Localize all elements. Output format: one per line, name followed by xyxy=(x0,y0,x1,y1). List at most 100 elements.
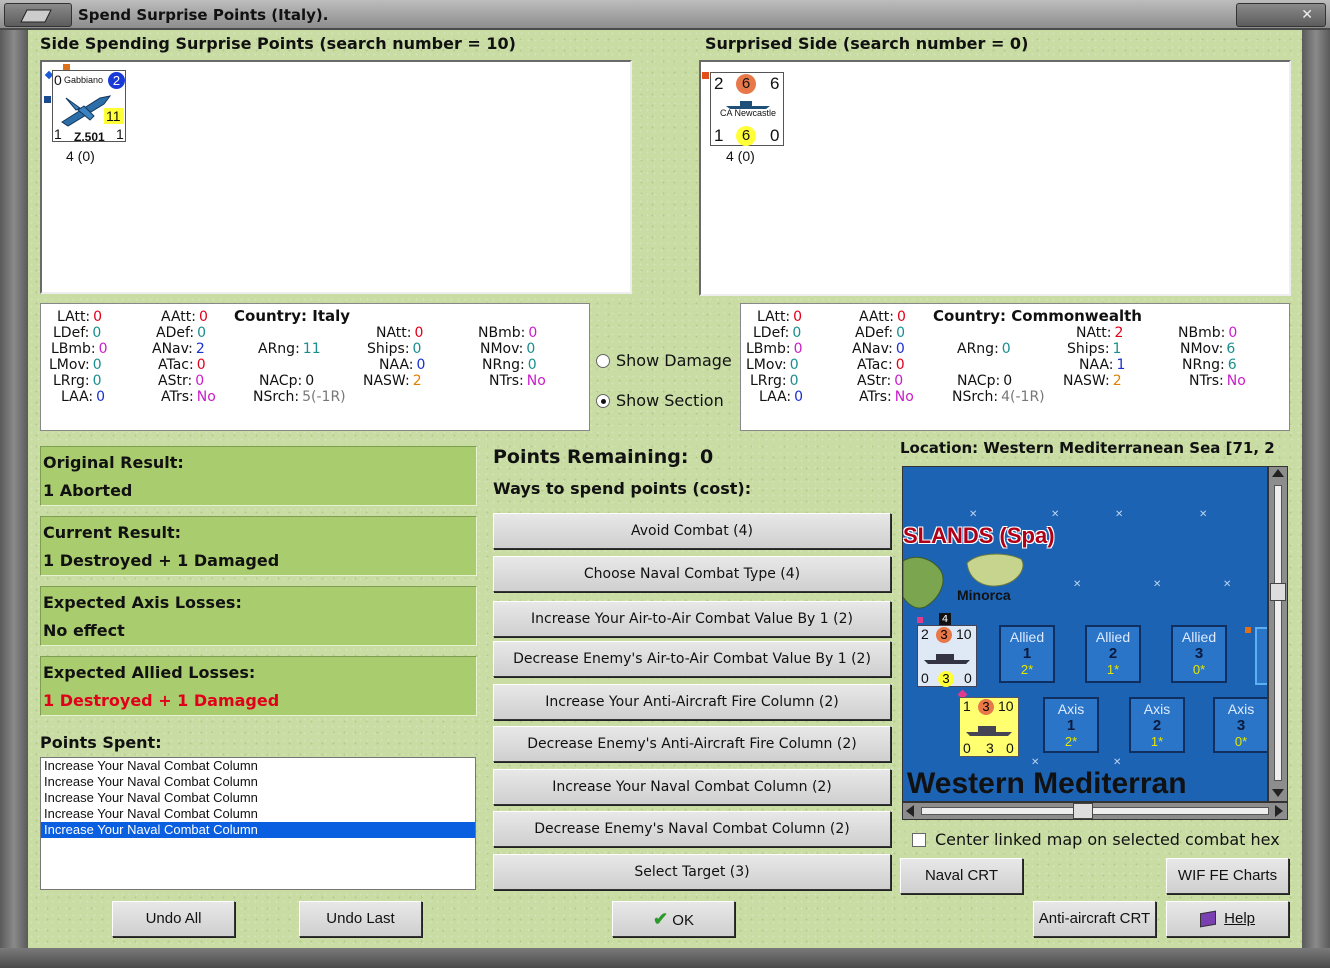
box-num: 3 xyxy=(1236,717,1246,734)
stat-atac: ATac: 0 xyxy=(857,357,905,373)
box-side: Axis xyxy=(1227,701,1255,717)
anti-aircraft-crt-button[interactable]: Anti-aircraft CRT xyxy=(1033,901,1156,937)
scroll-thumb[interactable] xyxy=(1270,583,1286,601)
decrease-enemy-anti-aircraft-button[interactable]: Decrease Enemy's Anti-Aircraft Fire Colu… xyxy=(493,726,891,762)
map-allied-counter[interactable]: 2 3 10 0 3 0 xyxy=(917,625,977,687)
current-result-label: Current Result: xyxy=(43,523,181,542)
list-item[interactable]: Increase Your Naval Combat Column xyxy=(41,806,475,822)
marker-icon xyxy=(44,96,51,103)
stat-natt: NAtt: 0 xyxy=(376,325,424,341)
map-counter-bl: 0 xyxy=(921,670,929,686)
current-result-box: Current Result: 1 Destroyed + 1 Damaged xyxy=(40,516,477,576)
scroll-left-icon[interactable] xyxy=(906,805,914,817)
counter-top-right: 6 xyxy=(770,74,780,93)
counter-unit-id: Z.501 xyxy=(74,130,105,144)
stat-laa: LAA: 0 xyxy=(61,389,106,405)
stat-arng: ARng: 0 xyxy=(957,341,1011,357)
ok-button[interactable]: ✔ OK xyxy=(612,901,735,937)
undo-last-button[interactable]: Undo Last xyxy=(299,901,422,937)
axis-losses-box: Expected Axis Losses: No effect xyxy=(40,586,477,646)
counter-top-left: 2 xyxy=(714,74,724,93)
axis-box-1[interactable]: Axis 1 2* xyxy=(1043,697,1099,753)
stat-astr: AStr: 0 xyxy=(857,373,904,389)
map-counter-br: 0 xyxy=(964,670,972,686)
points-remaining-label: Points Remaining: xyxy=(493,446,689,468)
center-linked-checkbox[interactable] xyxy=(912,833,926,847)
linked-map[interactable]: ✕ ✕ ✕ ✕ ✕ ✕ ✕ ✕ ✕ SLANDS (Spa) Minorca 4… xyxy=(902,466,1268,802)
axis-losses-value: No effect xyxy=(43,621,125,640)
scroll-down-icon[interactable] xyxy=(1272,789,1284,797)
stat-laa: LAA: 0 xyxy=(759,389,804,405)
stat-adef: ADef: 0 xyxy=(855,325,906,341)
decrease-enemy-air-to-air-button[interactable]: Decrease Enemy's Air-to-Air Combat Value… xyxy=(493,641,891,677)
avoid-combat-button[interactable]: Avoid Combat (4) xyxy=(493,513,891,549)
map-horizontal-scrollbar[interactable] xyxy=(902,802,1288,820)
points-spent-list[interactable]: Increase Your Naval Combat Column Increa… xyxy=(40,757,476,890)
minorca-island-icon xyxy=(966,553,1024,587)
stat-latt: LAtt: 0 xyxy=(757,309,803,325)
list-item[interactable]: Increase Your Naval Combat Column xyxy=(41,758,475,774)
increase-anti-aircraft-button[interactable]: Increase Your Anti-Aircraft Fire Column … xyxy=(493,684,891,720)
left-unit-counter[interactable]: 0 Gabbiano 2 11 1 Z.501 1 4 (0) xyxy=(42,64,132,168)
list-item-selected[interactable]: Increase Your Naval Combat Column xyxy=(41,822,475,838)
list-item[interactable]: Increase Your Naval Combat Column xyxy=(41,774,475,790)
naval-crt-button[interactable]: Naval CRT xyxy=(900,858,1023,894)
box-sub: 0* xyxy=(1234,734,1248,749)
axis-losses-label: Expected Axis Losses: xyxy=(43,593,242,612)
stat-ntrs: NTrs: No xyxy=(489,373,546,389)
map-star: ✕ xyxy=(1073,579,1082,590)
show-section-radio[interactable] xyxy=(596,394,610,408)
allied-box-1[interactable]: Allied 1 2* xyxy=(999,625,1055,683)
window-frame-left xyxy=(0,30,28,950)
map-counter-tm: 3 xyxy=(936,627,952,643)
show-section-label[interactable]: Show Section xyxy=(616,391,724,410)
increase-naval-combat-button[interactable]: Increase Your Naval Combat Column (2) xyxy=(493,769,891,805)
decrease-enemy-naval-combat-button[interactable]: Decrease Enemy's Naval Combat Column (2) xyxy=(493,811,891,847)
box-sub: 2* xyxy=(1064,734,1078,749)
list-item[interactable]: Increase Your Naval Combat Column xyxy=(41,790,475,806)
allied-box-2[interactable]: Allied 2 1* xyxy=(1085,625,1141,683)
help-book-icon xyxy=(1199,910,1216,928)
original-result-label: Original Result: xyxy=(43,453,184,472)
sea-label: Western Mediterran xyxy=(907,767,1187,800)
current-result-value: 1 Destroyed + 1 Damaged xyxy=(43,551,280,570)
axis-box-3[interactable]: Axis 3 0* xyxy=(1213,697,1267,753)
increase-air-to-air-button[interactable]: Increase Your Air-to-Air Combat Value By… xyxy=(493,601,891,637)
counter-caption: 4 (0) xyxy=(726,148,755,164)
undo-all-button[interactable]: Undo All xyxy=(112,901,235,937)
show-damage-radio[interactable] xyxy=(596,354,610,368)
map-counter-bm: 3 xyxy=(938,671,954,687)
scroll-right-icon[interactable] xyxy=(1275,805,1283,817)
help-button[interactable]: Help xyxy=(1166,901,1289,937)
location-label: Location: Western Mediterranean Sea [71,… xyxy=(900,439,1275,457)
map-axis-counter[interactable]: 1 3 10 0 3 0 xyxy=(959,697,1019,757)
choose-naval-combat-type-button[interactable]: Choose Naval Combat Type (4) xyxy=(493,556,891,592)
allied-box-3[interactable]: Allied 3 0* xyxy=(1171,625,1227,683)
stat-ldef: LDef: 0 xyxy=(753,325,802,341)
map-star: ✕ xyxy=(1051,509,1060,520)
original-result-box: Original Result: 1 Aborted xyxy=(40,446,477,506)
wif-fe-charts-button[interactable]: WIF FE Charts xyxy=(1166,858,1289,894)
marker-icon xyxy=(917,617,923,623)
stat-aatt: AAtt: 0 xyxy=(859,309,906,325)
show-damage-label[interactable]: Show Damage xyxy=(616,351,732,370)
points-spent-label: Points Spent: xyxy=(40,733,162,752)
stat-adef: ADef: 0 xyxy=(156,325,207,341)
close-icon[interactable]: ✕ xyxy=(1236,3,1326,27)
scroll-thumb[interactable] xyxy=(1073,803,1093,819)
map-vertical-scrollbar[interactable] xyxy=(1268,466,1288,802)
map-star: ✕ xyxy=(1153,579,1162,590)
axis-box-2[interactable]: Axis 2 1* xyxy=(1129,697,1185,753)
select-target-button[interactable]: Select Target (3) xyxy=(493,854,891,890)
marker-icon xyxy=(702,72,709,79)
right-unit-counter[interactable]: 2 6 6 CA Newcastle 1 6 0 4 (0) xyxy=(700,70,792,170)
center-linked-label[interactable]: Center linked map on selected combat hex xyxy=(935,830,1280,849)
points-remaining-value: 0 xyxy=(700,446,714,468)
box-num: 2 xyxy=(1108,645,1118,662)
stat-anav: ANav: 2 xyxy=(152,341,205,357)
stat-naa: NAA: 0 xyxy=(379,357,426,373)
counter-unit-name: Gabbiano xyxy=(64,75,104,85)
scroll-up-icon[interactable] xyxy=(1272,469,1284,477)
counter-top-mid: 6 xyxy=(736,74,756,94)
window-menu-icon[interactable] xyxy=(4,3,72,27)
